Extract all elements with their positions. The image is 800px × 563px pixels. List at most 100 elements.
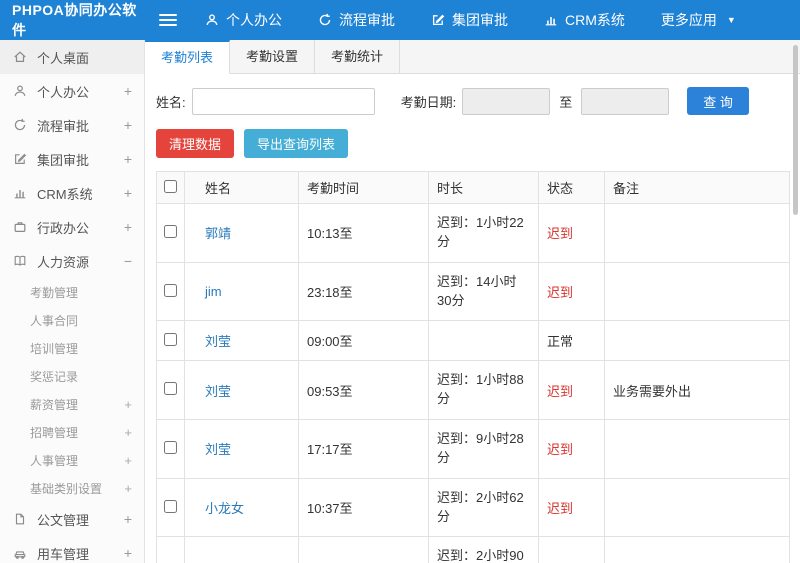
status-badge: 迟到 (538, 261, 605, 322)
employee-name-link[interactable]: 刘莹 (205, 442, 231, 457)
row-checkbox[interactable] (164, 499, 177, 513)
date-to-input[interactable] (581, 87, 670, 115)
table-row: 刘莹 09:00至 正常 (156, 320, 790, 362)
search-button[interactable]: 查 询 (687, 87, 749, 115)
expand-icon[interactable]: + (124, 511, 132, 527)
header-status: 状态 (538, 171, 605, 204)
sidebar-item-vehicle[interactable]: 用车管理 + (0, 536, 144, 563)
sidebar-subitem-recruit[interactable]: 招聘管理 + (0, 418, 144, 446)
select-all-checkbox[interactable] (164, 179, 177, 193)
top-menu-more-apps[interactable]: 更多应用 ▼ (661, 10, 736, 30)
top-menu-workflow[interactable]: 流程审批 (318, 10, 395, 30)
note (604, 203, 790, 263)
status-badge: 正常 (538, 320, 605, 362)
employee-name-link[interactable]: 郭靖 (205, 226, 231, 241)
sidebar-item-workflow[interactable]: 流程审批 + (0, 108, 144, 142)
table-row: 小龙女 10:37至 迟到：2小时62分 迟到 (156, 477, 790, 538)
document-icon (12, 511, 28, 527)
sidebar-subitem-personnel[interactable]: 人事管理 + (0, 446, 144, 474)
workflow-icon (12, 117, 28, 133)
sidebar-subitem-salary[interactable]: 薪资管理 + (0, 390, 144, 418)
expand-icon[interactable]: + (124, 219, 132, 235)
note: 业务需要外出 (604, 360, 790, 421)
sidebar-item-label: 流程审批 (37, 118, 90, 134)
top-menu-group-approval[interactable]: 集团审批 (431, 10, 508, 30)
expand-icon[interactable]: + (124, 151, 132, 167)
sidebar-item-label: 人力资源 (37, 254, 90, 270)
sidebar-hr-submenu: 考勤管理 人事合同 培训管理 奖惩记录 薪资管理 + 招聘管理 + 人事管理 +… (0, 278, 144, 502)
sidebar-item-crm[interactable]: CRM系统 + (0, 176, 144, 210)
home-icon (12, 49, 28, 65)
duration (428, 320, 539, 362)
row-checkbox[interactable] (164, 224, 177, 238)
employee-name-link[interactable]: 刘莹 (205, 334, 231, 349)
book-icon (12, 253, 28, 269)
expand-icon[interactable]: + (124, 545, 132, 561)
employee-name-link[interactable]: 小龙女 (205, 501, 244, 516)
table-row: 郭靖 10:13至 迟到：1小时22分 迟到 (156, 203, 790, 263)
row-checkbox[interactable] (164, 440, 177, 454)
action-bar: 清理数据 导出查询列表 (145, 126, 800, 171)
sidebar-item-label: 个人桌面 (37, 50, 90, 66)
tab-bar: 考勤列表 考勤设置 考勤统计 (145, 40, 800, 74)
row-checkbox[interactable] (164, 283, 177, 297)
top-menu-crm[interactable]: CRM系统 (544, 10, 625, 30)
attendance-time: 23:18至 (298, 261, 429, 322)
tab-attendance-stats[interactable]: 考勤统计 (315, 40, 401, 73)
expand-icon[interactable]: + (124, 481, 132, 496)
attendance-table: 姓名 考勤时间 时长 状态 备注 郭靖 10:13至 迟到：1小时22分 迟到 … (156, 171, 790, 563)
sidebar-item-documents[interactable]: 公文管理 + (0, 502, 144, 536)
top-menu-label: CRM系统 (565, 12, 625, 28)
bar-chart-icon (12, 185, 28, 201)
clean-data-button[interactable]: 清理数据 (156, 129, 235, 158)
status-badge: 迟到 (538, 203, 605, 263)
briefcase-icon (12, 219, 28, 235)
expand-icon[interactable]: + (124, 83, 132, 99)
sidebar-item-label: 个人办公 (37, 84, 90, 100)
date-from-input[interactable] (462, 87, 551, 115)
collapse-icon[interactable]: − (124, 253, 132, 269)
sidebar-item-personal-office[interactable]: 个人办公 + (0, 74, 144, 108)
export-list-button[interactable]: 导出查询列表 (244, 129, 349, 158)
expand-icon[interactable]: + (124, 453, 132, 468)
date-filter-label: 考勤日期: (400, 94, 457, 110)
caret-down-icon: ▼ (726, 15, 736, 25)
expand-icon[interactable]: + (124, 185, 132, 201)
sidebar-subitem-base-category[interactable]: 基础类别设置 + (0, 474, 144, 502)
sidebar-item-hr[interactable]: 人力资源 − (0, 244, 144, 278)
attendance-time: 17:17至 (298, 419, 429, 479)
note (604, 261, 790, 322)
sidebar-subitem-rewards[interactable]: 奖惩记录 (0, 362, 144, 390)
name-filter-input[interactable] (191, 87, 375, 115)
employee-name-link[interactable]: jim (205, 284, 222, 299)
sidebar-item-label: CRM系统 (37, 186, 93, 202)
status-badge: 迟到 (538, 360, 605, 421)
sidebar-item-desktop[interactable]: 个人桌面 (0, 40, 144, 74)
sidebar-item-label: 公文管理 (37, 512, 90, 528)
table-row: jim 23:18至 迟到：14小时30分 迟到 (156, 261, 790, 322)
tab-attendance-settings[interactable]: 考勤设置 (230, 40, 316, 73)
expand-icon[interactable]: + (124, 397, 132, 412)
sidebar: 个人桌面 个人办公 + 流程审批 + 集团审批 + CRM系统 + 行政办公 +… (0, 40, 145, 563)
expand-icon[interactable]: + (124, 117, 132, 133)
table-row: 管理员 10:54至10:54 迟到：2小时90分 早退：7小时10分 迟到/早… (156, 536, 790, 563)
row-checkbox[interactable] (164, 382, 177, 396)
vertical-scrollbar[interactable] (793, 45, 798, 215)
sidebar-item-admin-office[interactable]: 行政办公 + (0, 210, 144, 244)
top-menu-label: 流程审批 (339, 12, 395, 28)
row-checkbox[interactable] (164, 332, 177, 346)
top-menu-personal-office[interactable]: 个人办公 (205, 10, 282, 30)
status-badge: 迟到/早退 (538, 536, 605, 563)
duration: 迟到：2小时90分 早退：7小时10分 (428, 536, 539, 563)
header-note: 备注 (604, 171, 790, 204)
menu-toggle-icon[interactable] (159, 11, 177, 29)
sidebar-item-group-approval[interactable]: 集团审批 + (0, 142, 144, 176)
expand-icon[interactable]: + (124, 425, 132, 440)
top-menu-label: 个人办公 (226, 12, 282, 28)
sidebar-subitem-training[interactable]: 培训管理 (0, 334, 144, 362)
sidebar-subitem-attendance[interactable]: 考勤管理 (0, 278, 144, 306)
employee-name-link[interactable]: 刘莹 (205, 384, 231, 399)
top-menu: 个人办公 流程审批 集团审批 CRM系统 更多应用 ▼ (205, 10, 736, 30)
tab-attendance-list[interactable]: 考勤列表 (145, 40, 231, 74)
sidebar-subitem-contract[interactable]: 人事合同 (0, 306, 144, 334)
